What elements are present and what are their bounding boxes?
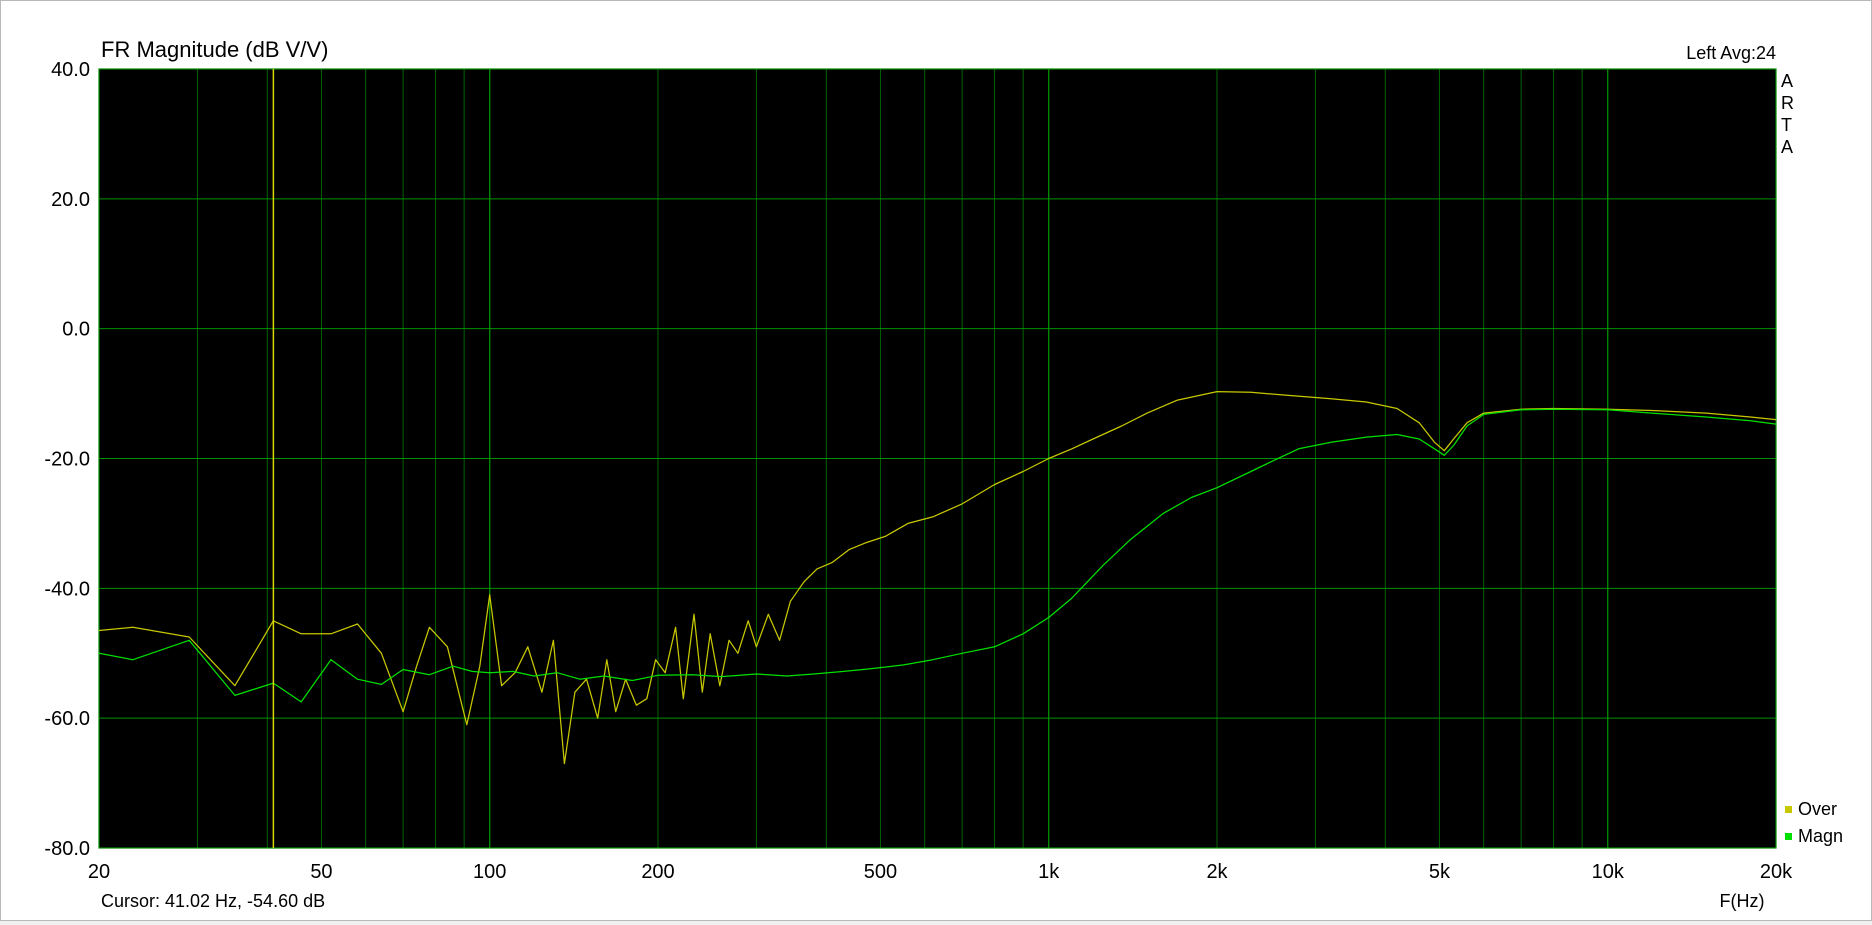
watermark-letter: A (1781, 137, 1793, 157)
x-tick-label: 20k (1760, 861, 1793, 883)
y-tick-label: -40.0 (44, 578, 90, 600)
x-tick-label: 20 (88, 861, 110, 883)
y-tick-label: -60.0 (44, 708, 90, 730)
x-tick-label: 100 (473, 861, 506, 883)
x-axis-label: F(Hz) (1720, 891, 1765, 911)
arta-watermark: ARTA (1781, 71, 1794, 157)
y-tick-label: 40.0 (51, 59, 90, 81)
legend: Over Magn (1785, 799, 1843, 846)
y-tick-label: -80.0 (44, 838, 90, 860)
x-axis-ticks: 20 50 100 200 500 1k 2k 5k 10k 20k (88, 861, 1793, 883)
watermark-letter: A (1781, 71, 1793, 91)
x-tick-label: 5k (1429, 861, 1451, 883)
y-tick-label: -20.0 (44, 449, 90, 471)
x-tick-label: 10k (1592, 861, 1625, 883)
x-tick-label: 2k (1206, 861, 1228, 883)
cursor-readout: Cursor: 41.02 Hz, -54.60 dB (101, 891, 325, 911)
x-tick-label: 500 (864, 861, 897, 883)
y-tick-label: 20.0 (51, 189, 90, 211)
chart-canvas: FR Magnitude (dB V/V) Left Avg:24 Cursor… (44, 37, 1843, 911)
legend-swatch-over (1785, 806, 1792, 813)
x-tick-label: 200 (641, 861, 674, 883)
legend-label-magn: Magn (1798, 826, 1843, 846)
chart-title: FR Magnitude (dB V/V) (101, 37, 328, 62)
y-tick-label: 0.0 (62, 319, 90, 341)
x-tick-label: 50 (310, 861, 332, 883)
watermark-letter: T (1781, 115, 1792, 135)
frequency-response-chart: FR Magnitude (dB V/V) Left Avg:24 Cursor… (0, 0, 1872, 921)
x-tick-label: 1k (1038, 861, 1060, 883)
legend-swatch-magn (1785, 833, 1792, 840)
legend-label-over: Over (1798, 799, 1837, 819)
y-axis-ticks: 40.0 20.0 0.0 -20.0 -40.0 -60.0 -80.0 (44, 59, 90, 860)
watermark-letter: R (1781, 93, 1794, 113)
channel-average-info: Left Avg:24 (1686, 43, 1776, 63)
